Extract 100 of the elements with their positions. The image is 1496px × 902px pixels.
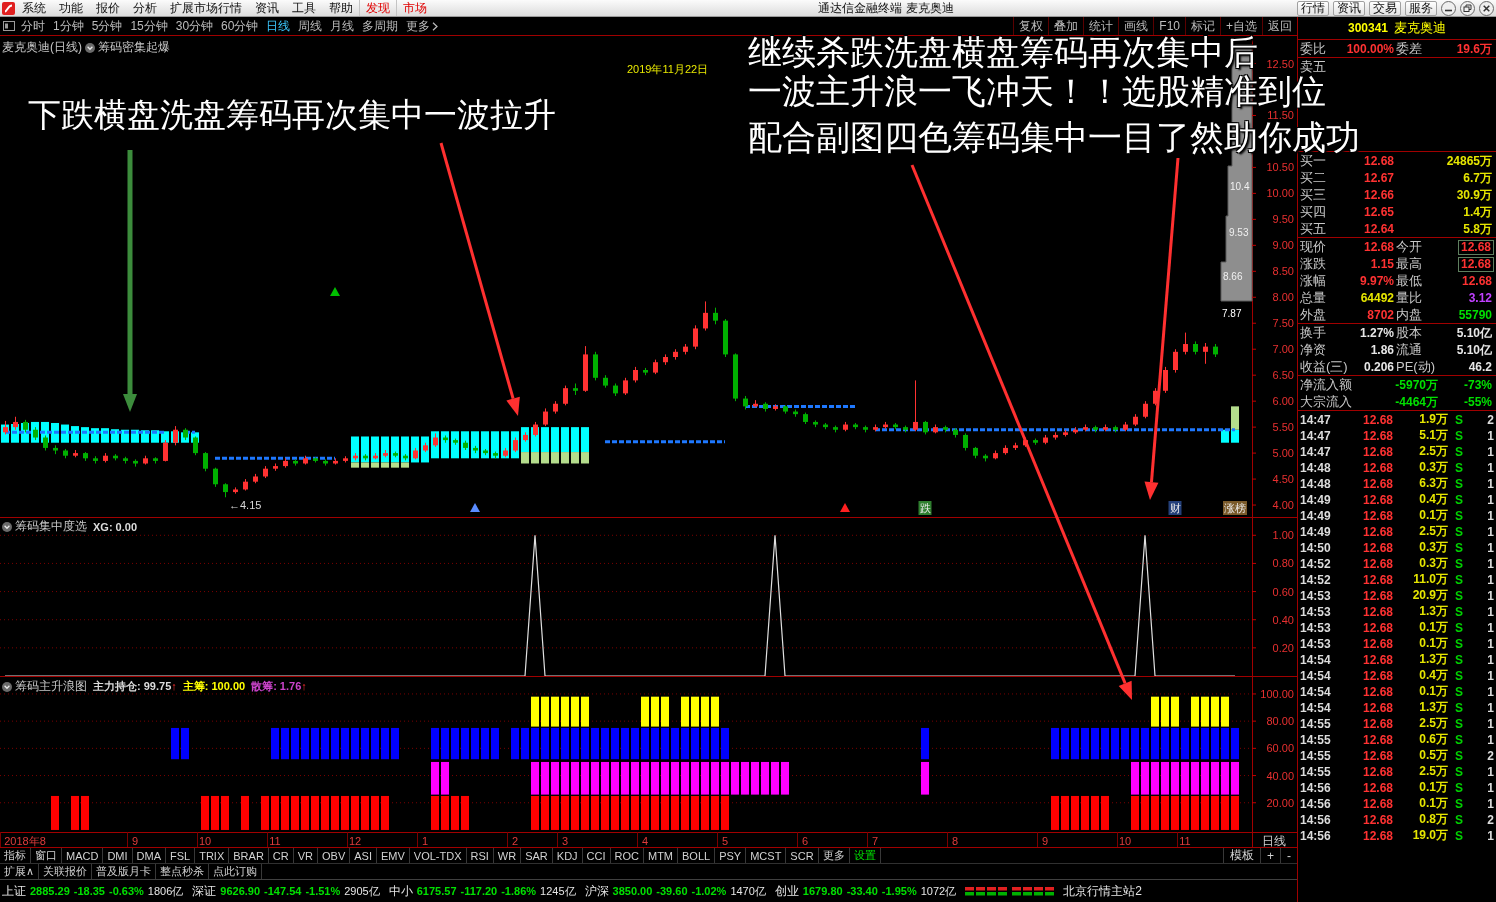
period-tab[interactable]: 月线 <box>326 17 359 35</box>
trade-count: 1 <box>1487 572 1494 587</box>
period-tab[interactable]: 60分钟 <box>217 17 263 35</box>
candlestick <box>413 447 418 460</box>
trade-time: 14:49 <box>1300 492 1331 507</box>
trade-price: 12.68 <box>1362 460 1393 475</box>
trade-price: 12.68 <box>1362 732 1393 747</box>
index-value: 2885.29 <box>30 885 70 897</box>
chart-tool-button[interactable]: F10 <box>1153 17 1185 35</box>
menu-item[interactable]: 系统 <box>15 0 52 16</box>
minimize-icon[interactable] <box>1441 0 1456 16</box>
period-tab[interactable]: 30分钟 <box>171 17 218 35</box>
chart-tool-button[interactable]: 标记 <box>1185 17 1220 35</box>
period-tab[interactable]: 15分钟 <box>126 17 172 35</box>
trade-price: 12.68 <box>1362 604 1393 619</box>
trade-volume: 1.9万 <box>1419 411 1448 428</box>
trade-time: 14:53 <box>1300 620 1331 635</box>
bid-volume: 1.4万 <box>1462 203 1493 221</box>
axis-label: 5.50 <box>1272 421 1294 434</box>
candlestick <box>723 319 728 357</box>
event-tag[interactable]: 跌 <box>918 501 932 515</box>
month-label: 2 <box>511 834 519 847</box>
top-nav-button[interactable]: 交易 <box>1369 0 1401 16</box>
axis-label: 60.00 <box>1266 742 1294 755</box>
menu-item[interactable]: 发现 <box>359 0 396 16</box>
chevron-down-icon[interactable] <box>2 681 12 692</box>
chart-tool-button[interactable]: 叠加 <box>1048 17 1084 35</box>
candlestick <box>463 440 468 450</box>
index-percent: -1.51% <box>305 885 341 897</box>
candlestick <box>853 423 858 430</box>
chart-tool-button[interactable]: 复权 <box>1013 17 1049 35</box>
chevron-down-icon[interactable] <box>85 42 95 53</box>
trade-price: 12.68 <box>1362 444 1393 459</box>
axis-label: 40.00 <box>1266 769 1294 782</box>
menu-item[interactable]: 帮助 <box>322 0 359 16</box>
stock-code: 300341 <box>1347 21 1388 35</box>
chart-tool-button[interactable]: 画线 <box>1118 17 1154 35</box>
top-nav-button[interactable]: 资讯 <box>1333 0 1365 16</box>
candlestick <box>393 451 398 458</box>
trade-volume: 0.6万 <box>1419 731 1448 748</box>
period-tab[interactable]: 日线 <box>262 17 295 35</box>
trade-price: 12.68 <box>1362 428 1393 443</box>
trade-volume: 2.5万 <box>1419 443 1448 460</box>
top-nav-button[interactable]: 服务 <box>1405 0 1437 16</box>
candlestick <box>303 455 308 465</box>
trade-side: S <box>1455 716 1463 731</box>
event-marker-icon[interactable] <box>840 503 850 512</box>
more-button[interactable]: 更多 <box>402 17 443 35</box>
close-icon[interactable] <box>1479 0 1494 16</box>
menu-item[interactable]: 报价 <box>89 0 126 16</box>
candlestick <box>123 456 128 464</box>
menu-item[interactable]: 市场 <box>396 0 433 16</box>
trade-time: 14:56 <box>1300 812 1331 827</box>
menu-item[interactable]: 功能 <box>52 0 89 16</box>
menu-item[interactable]: 资讯 <box>248 0 285 16</box>
candlestick <box>663 354 668 365</box>
axis-label: 10.50 <box>1266 161 1294 174</box>
candlestick <box>1023 437 1028 447</box>
candlestick <box>1073 427 1078 434</box>
indicator-reading: 主筹: 100.00 <box>182 679 246 694</box>
candlestick <box>363 454 368 461</box>
event-tag[interactable]: 涨榜 <box>1223 501 1247 515</box>
event-tag[interactable]: 财 <box>1168 501 1182 515</box>
trade-time: 14:49 <box>1300 508 1331 523</box>
quote-label: 涨跌 <box>1300 255 1326 273</box>
quote-value: 9.97% <box>1358 274 1395 288</box>
chart-tool-button[interactable]: +自选 <box>1220 17 1262 35</box>
trade-time: 14:54 <box>1300 652 1331 667</box>
trade-volume: 19.0万 <box>1412 827 1448 844</box>
event-marker-icon[interactable] <box>470 503 480 512</box>
axis-label: 6.50 <box>1272 369 1294 382</box>
period-tab[interactable]: 多周期 <box>358 17 403 35</box>
trade-count: 1 <box>1487 604 1494 619</box>
restore-icon[interactable] <box>1460 0 1475 16</box>
quote-label: 换手 <box>1300 324 1326 342</box>
month-label: 4 <box>641 834 649 847</box>
chart-tool-button[interactable]: 统计 <box>1083 17 1119 35</box>
index-name: 深证 <box>192 882 217 900</box>
candlestick <box>683 344 688 355</box>
menu-item[interactable]: 扩展市场行情 <box>163 0 248 16</box>
trade-time: 14:54 <box>1300 700 1331 715</box>
period-tab[interactable]: 5分钟 <box>87 17 127 35</box>
candlestick <box>1123 421 1128 432</box>
panel-toggle-icon[interactable] <box>3 21 15 31</box>
period-tab[interactable]: 分时 <box>17 17 49 35</box>
bid-price: 12.64 <box>1362 222 1395 236</box>
month-label: 2018年8 <box>4 834 46 847</box>
top-nav-button[interactable]: 行情 <box>1297 0 1329 16</box>
month-label: 1 <box>421 834 429 847</box>
quote-value: 12.68 <box>1459 240 1492 254</box>
index-percent: -1.95% <box>881 885 917 897</box>
chevron-down-icon[interactable] <box>2 521 12 532</box>
menu-item[interactable]: 工具 <box>285 0 322 16</box>
menu-item[interactable]: 分析 <box>126 0 163 16</box>
period-tab[interactable]: 1分钟 <box>49 17 88 35</box>
index-turnover: 2905亿 <box>344 883 380 899</box>
period-tab[interactable]: 周线 <box>294 17 327 35</box>
month-label: 11 <box>269 834 281 847</box>
trade-volume: 0.1万 <box>1419 795 1448 812</box>
window-title: 通达信金融终端 麦克奥迪 <box>818 0 954 17</box>
